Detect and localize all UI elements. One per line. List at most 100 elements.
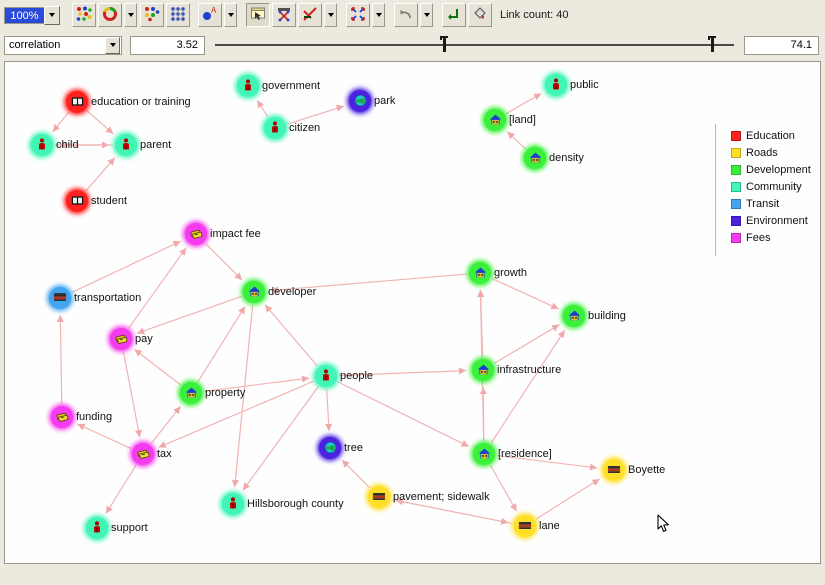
graph-edge[interactable] bbox=[134, 348, 182, 386]
expand-layout-dropdown[interactable] bbox=[372, 3, 385, 27]
graph-edge[interactable] bbox=[77, 423, 132, 450]
undo-arrow-icon bbox=[398, 6, 414, 25]
graph-edge[interactable] bbox=[325, 388, 333, 432]
graph-node-pavement[interactable] bbox=[368, 486, 390, 508]
graph-node-transportation[interactable] bbox=[49, 287, 71, 309]
graph-edge[interactable] bbox=[122, 351, 142, 438]
fit-view-button[interactable] bbox=[442, 3, 466, 27]
graph-edge[interactable] bbox=[493, 324, 560, 364]
prune-links-button[interactable] bbox=[298, 3, 322, 27]
legend-item-transit[interactable]: Transit bbox=[731, 196, 815, 211]
graph-node-label: pay bbox=[135, 333, 153, 345]
graph-node-boyette[interactable] bbox=[603, 459, 625, 481]
select-tool-button[interactable] bbox=[246, 3, 270, 27]
graph-edge[interactable] bbox=[491, 277, 559, 310]
graph-edge[interactable] bbox=[71, 240, 181, 294]
graph-edge[interactable] bbox=[391, 498, 509, 525]
grid-layout-button[interactable] bbox=[166, 3, 190, 27]
graph-node-developer[interactable] bbox=[243, 281, 265, 303]
graph-node-people[interactable] bbox=[315, 365, 337, 387]
graph-node-building[interactable] bbox=[563, 305, 585, 327]
graph-node-parent[interactable] bbox=[115, 134, 137, 156]
graph-edge[interactable] bbox=[341, 459, 371, 489]
graph-node-child[interactable] bbox=[31, 134, 53, 156]
graph-node-public[interactable] bbox=[545, 74, 567, 96]
graph-edge[interactable] bbox=[150, 405, 181, 445]
graph-node-citizen[interactable] bbox=[264, 117, 286, 139]
legend-item-development[interactable]: Development bbox=[731, 162, 815, 177]
slider-handle-min[interactable] bbox=[440, 36, 448, 52]
filter-max-value[interactable]: 74.1 bbox=[744, 35, 819, 55]
cluster-colors-button[interactable] bbox=[72, 3, 96, 27]
graph-edge[interactable] bbox=[337, 381, 470, 448]
graph-node-land[interactable] bbox=[484, 109, 506, 131]
graph-node-pay[interactable] bbox=[110, 328, 132, 350]
expand-layout-button[interactable] bbox=[346, 3, 370, 27]
ring-layout-button[interactable] bbox=[98, 3, 122, 27]
graph-node-education[interactable] bbox=[66, 91, 88, 113]
legend-item-roads[interactable]: Roads bbox=[731, 145, 815, 160]
graph-edge[interactable] bbox=[204, 242, 243, 281]
graph-edge[interactable] bbox=[136, 295, 242, 335]
graph-node-government[interactable] bbox=[237, 75, 259, 97]
zoom-dropdown-arrow[interactable] bbox=[44, 5, 60, 25]
graph-edge[interactable] bbox=[56, 314, 65, 405]
undo-dropdown[interactable] bbox=[420, 3, 433, 27]
zoom-level-value[interactable]: 100% bbox=[4, 6, 44, 24]
zoom-level-combo[interactable]: 100% bbox=[4, 5, 60, 25]
graph-node-growth[interactable] bbox=[469, 262, 491, 284]
graph-edge[interactable] bbox=[264, 304, 318, 367]
chevron-down-icon[interactable] bbox=[105, 36, 120, 54]
graph-edge[interactable] bbox=[128, 247, 187, 329]
graph-edge[interactable] bbox=[52, 111, 70, 133]
graph-edge[interactable] bbox=[256, 99, 269, 118]
graph-edge[interactable] bbox=[490, 329, 566, 444]
graph-node-student[interactable] bbox=[66, 190, 88, 212]
graph-edge[interactable] bbox=[489, 464, 518, 512]
graph-node-residence[interactable] bbox=[473, 443, 495, 465]
legend-item-environment[interactable]: Environment bbox=[731, 213, 815, 228]
globe-icon bbox=[324, 441, 337, 456]
graph-edge[interactable] bbox=[535, 478, 600, 520]
graph-node-lane[interactable] bbox=[514, 515, 536, 537]
undo-button[interactable] bbox=[394, 3, 418, 27]
paint-style-button[interactable] bbox=[468, 3, 492, 27]
graph-edge[interactable] bbox=[242, 386, 319, 491]
graph-edge[interactable] bbox=[105, 464, 137, 514]
legend-swatch-icon bbox=[731, 147, 741, 158]
graph-edge[interactable] bbox=[197, 306, 246, 383]
graph-node-tax[interactable] bbox=[132, 443, 154, 465]
graph-node-impactfee[interactable] bbox=[185, 223, 207, 245]
group-layout-button[interactable] bbox=[140, 3, 164, 27]
slider-handle-max[interactable] bbox=[708, 36, 716, 52]
graph-node-label: people bbox=[340, 370, 374, 382]
graph-node-label: student bbox=[91, 195, 128, 207]
prune-links-dropdown[interactable] bbox=[324, 3, 337, 27]
graph-edge[interactable] bbox=[506, 131, 526, 150]
graph-node-label: pavement; sidewalk bbox=[393, 491, 490, 503]
filter-min-value[interactable]: 3.52 bbox=[130, 35, 205, 55]
label-node-button[interactable]: A bbox=[198, 3, 222, 27]
ring-layout-dropdown[interactable] bbox=[124, 3, 137, 27]
graph-node-property[interactable] bbox=[180, 382, 202, 404]
graph-canvas[interactable]: education or training child parent student g… bbox=[4, 61, 821, 564]
hide-nodes-button[interactable] bbox=[272, 3, 296, 27]
graph-edge[interactable] bbox=[86, 110, 114, 135]
legend-item-fees[interactable]: Fees bbox=[731, 230, 815, 245]
legend-item-education[interactable]: Education bbox=[731, 128, 815, 143]
graph-edge[interactable] bbox=[85, 157, 116, 192]
legend-item-community[interactable]: Community bbox=[731, 179, 815, 194]
graph-node-support[interactable] bbox=[86, 517, 108, 539]
globe-icon bbox=[354, 94, 367, 109]
graph-node-density[interactable] bbox=[524, 147, 546, 169]
range-slider[interactable] bbox=[215, 35, 734, 55]
slider-track bbox=[215, 44, 734, 46]
graph-node-infrastructure[interactable] bbox=[472, 359, 494, 381]
graph-node-park[interactable] bbox=[349, 90, 371, 112]
graph-node-tree[interactable] bbox=[319, 437, 341, 459]
measure-select[interactable]: correlation bbox=[4, 35, 122, 55]
graph-node-funding[interactable] bbox=[51, 406, 73, 428]
graph-node-hillsborough[interactable] bbox=[222, 493, 244, 515]
label-node-dropdown[interactable] bbox=[224, 3, 237, 27]
graph-edge[interactable] bbox=[505, 92, 542, 115]
